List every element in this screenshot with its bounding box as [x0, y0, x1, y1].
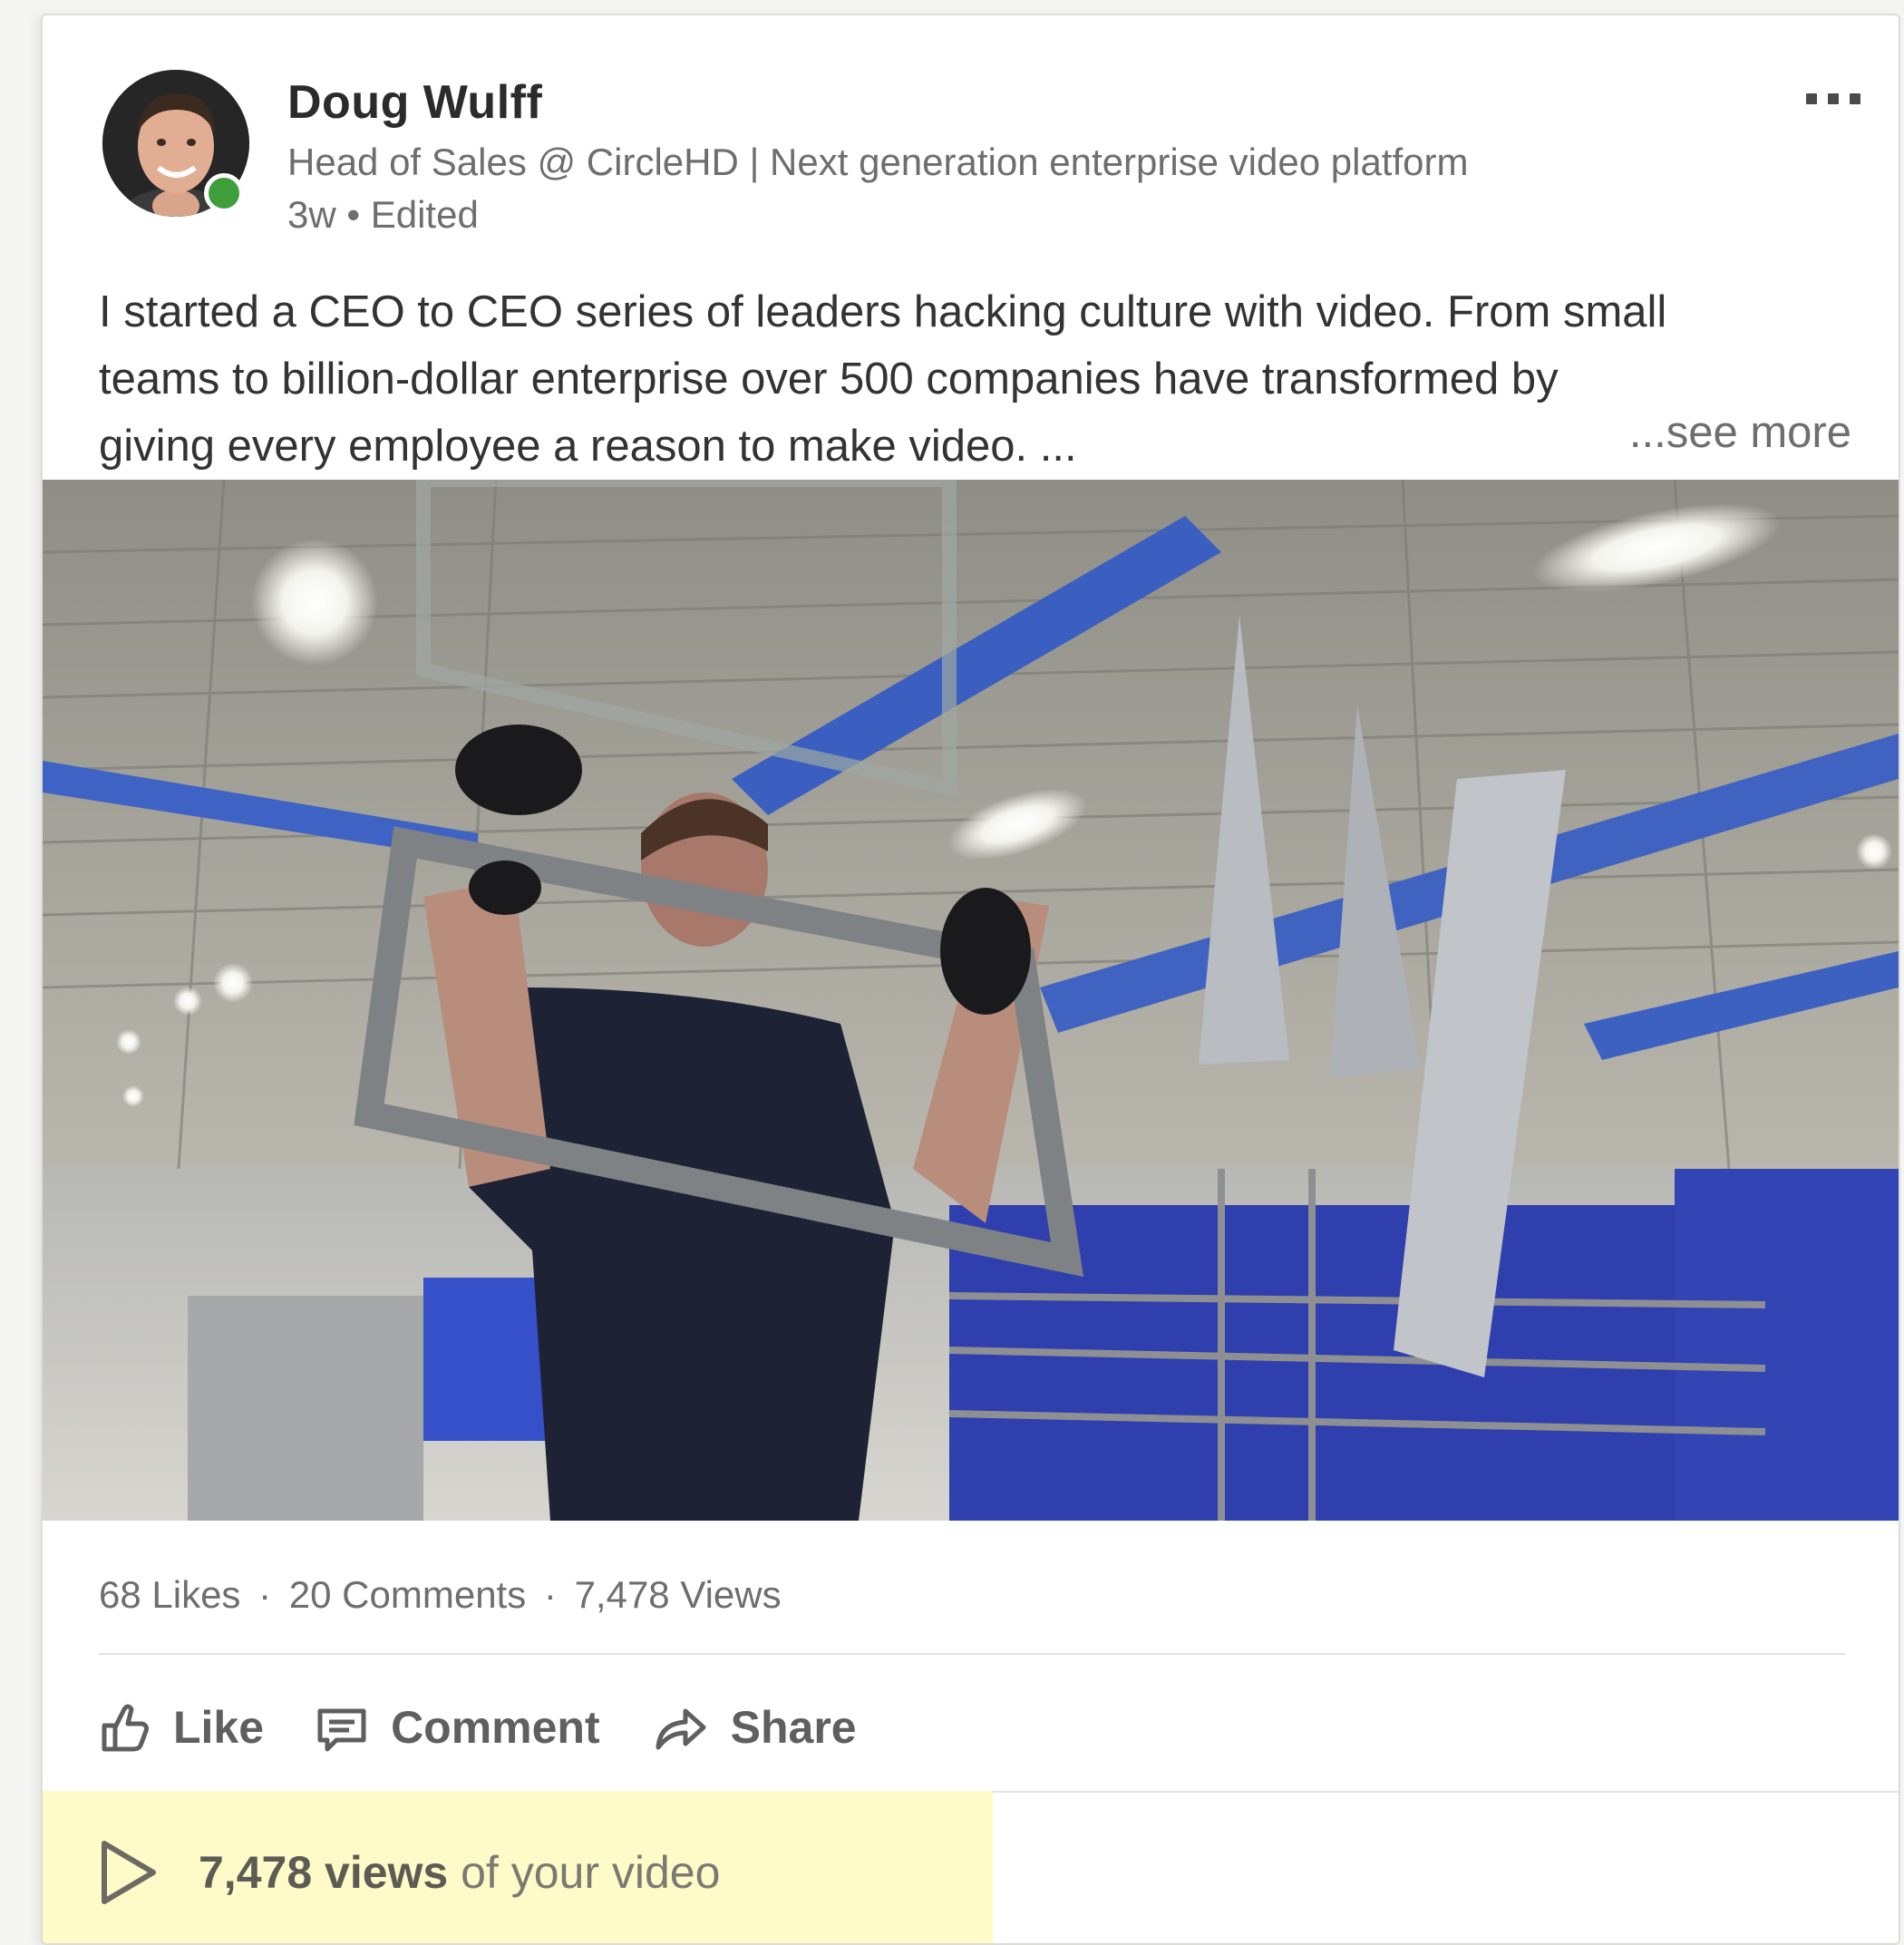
comment-label: Comment	[391, 1702, 600, 1753]
comment-button[interactable]: Comment	[315, 1700, 600, 1755]
stats-separator: ·	[258, 1573, 272, 1616]
post-card: Doug Wulff Head of Sales @ CircleHD | Ne…	[41, 14, 1900, 1945]
online-status-indicator	[204, 173, 244, 213]
post-timestamp: 3w • Edited	[287, 193, 479, 236]
comment-icon	[317, 1708, 366, 1752]
more-dot	[1828, 93, 1839, 104]
views-summary-count: 7,478 views	[199, 1847, 449, 1898]
more-dot	[1850, 93, 1860, 104]
views-summary-suffix: of your video	[448, 1847, 721, 1898]
play-icon	[102, 1841, 156, 1904]
more-options-icon[interactable]	[1779, 72, 1888, 126]
like-label: Like	[173, 1702, 265, 1753]
post-text-line: teams to billion-dollar enterprise over …	[99, 355, 1559, 404]
comments-count[interactable]: 20 Comments	[289, 1573, 526, 1616]
likes-count[interactable]: 68 Likes	[99, 1573, 240, 1616]
share-button[interactable]: Share	[651, 1700, 857, 1755]
like-button[interactable]: Like	[97, 1700, 264, 1755]
post-text-line: giving every employee a reason to make v…	[99, 422, 1077, 471]
views-count: 7,478 Views	[574, 1573, 782, 1616]
stats-separator: ·	[543, 1573, 557, 1616]
engagement-stats: 68 Likes · 20 Comments · 7,478 Views	[99, 1573, 782, 1617]
share-label: Share	[730, 1702, 857, 1753]
video-views-banner[interactable]: 7,478 views of your video	[43, 1791, 993, 1943]
views-summary: 7,478 views of your video	[199, 1846, 720, 1899]
post-text: I started a CEO to CEO series of leaders…	[99, 278, 1876, 480]
action-bar: Like Comment Share	[97, 1691, 908, 1764]
video-player[interactable]	[43, 480, 1899, 1521]
share-arrow-icon	[656, 1708, 706, 1750]
author-headline: Head of Sales @ CircleHD | Next generati…	[287, 141, 1469, 183]
thumbs-up-icon	[102, 1704, 149, 1752]
post-text-line: I started a CEO to CEO series of leaders…	[99, 287, 1667, 336]
author-name[interactable]: Doug Wulff	[287, 75, 542, 130]
divider	[99, 1653, 1845, 1655]
see-more-link[interactable]: ...see more	[1629, 407, 1851, 458]
more-dot	[1806, 93, 1817, 104]
